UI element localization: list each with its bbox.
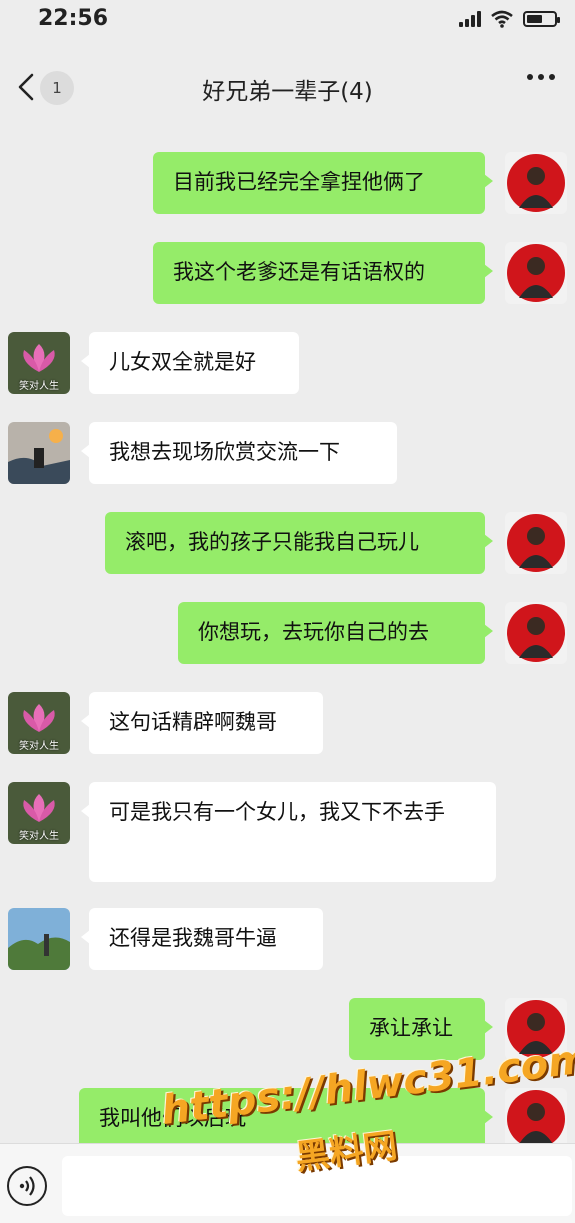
message-text: 目前我已经完全拿捏他俩了	[173, 170, 425, 194]
battery-fill	[527, 15, 542, 23]
message-bubble[interactable]: 这句话精辟啊魏哥	[81, 692, 323, 754]
message-bubble[interactable]: 儿女双全就是好	[81, 332, 299, 394]
cellular-signal-icon	[459, 11, 481, 27]
message-bubble[interactable]: 我这个老爹还是有话语权的	[153, 242, 493, 304]
avatar-lotus[interactable]: 笑对人生	[8, 332, 70, 394]
avatar-lotus[interactable]: 笑对人生	[8, 782, 70, 844]
voice-icon[interactable]	[7, 1166, 47, 1206]
message-text: 承让承让	[369, 1016, 453, 1040]
chat-header: 1 好兄弟一辈子(4)	[0, 44, 575, 124]
message-text: 还得是我魏哥牛逼	[109, 926, 277, 950]
message-list[interactable]: 目前我已经完全拿捏他俩了 我这个老爹还是有话语权的 笑对人生 儿女双全就是好 我…	[0, 124, 575, 1143]
battery-icon	[523, 11, 560, 27]
avatar-caption: 笑对人生	[19, 831, 59, 842]
avatar-self[interactable]	[505, 998, 567, 1060]
message-text: 我这个老爹还是有话语权的	[173, 260, 425, 284]
avatar-sunset[interactable]	[8, 422, 70, 484]
avatar-self[interactable]	[505, 512, 567, 574]
avatar-self[interactable]	[505, 242, 567, 304]
avatar-self[interactable]	[505, 1088, 567, 1143]
message-bubble[interactable]: 目前我已经完全拿捏他俩了	[153, 152, 493, 214]
input-bar	[0, 1143, 575, 1223]
message-bubble[interactable]: 可是我只有一个女儿，我又下不去手	[81, 782, 496, 882]
wifi-icon	[491, 10, 513, 28]
avatar-landscape[interactable]	[8, 908, 70, 970]
message-text: 滚吧，我的孩子只能我自己玩儿	[125, 530, 419, 554]
message-bubble[interactable]: 我想去现场欣赏交流一下	[81, 422, 397, 484]
avatar-self[interactable]	[505, 602, 567, 664]
status-time: 22:56	[38, 6, 109, 31]
avatar-caption: 笑对人生	[19, 741, 59, 752]
message-text: 我叫他们以后玩	[99, 1106, 246, 1130]
more-dots-icon[interactable]	[527, 74, 555, 80]
status-bar: 22:56	[0, 0, 575, 44]
message-bubble[interactable]: 你想玩，去玩你自己的去	[178, 602, 493, 664]
message-text: 可是我只有一个女儿，我又下不去手	[109, 800, 445, 824]
message-bubble[interactable]: 滚吧，我的孩子只能我自己玩儿	[105, 512, 493, 574]
message-bubble[interactable]: 还得是我魏哥牛逼	[81, 908, 323, 970]
message-text: 儿女双全就是好	[109, 350, 256, 374]
avatar-self[interactable]	[505, 152, 567, 214]
status-icons	[459, 10, 560, 28]
chat-title: 好兄弟一辈子(4)	[202, 79, 373, 105]
message-bubble[interactable]: 我叫他们以后玩	[79, 1088, 493, 1143]
message-text: 你想玩，去玩你自己的去	[198, 620, 429, 644]
message-text: 我想去现场欣赏交流一下	[109, 440, 340, 464]
avatar-lotus[interactable]: 笑对人生	[8, 692, 70, 754]
voice-waves-icon	[19, 1176, 35, 1196]
avatar-caption: 笑对人生	[19, 381, 59, 392]
message-bubble[interactable]: 承让承让	[349, 998, 493, 1060]
message-input[interactable]	[62, 1156, 572, 1216]
message-text: 这句话精辟啊魏哥	[109, 710, 277, 734]
